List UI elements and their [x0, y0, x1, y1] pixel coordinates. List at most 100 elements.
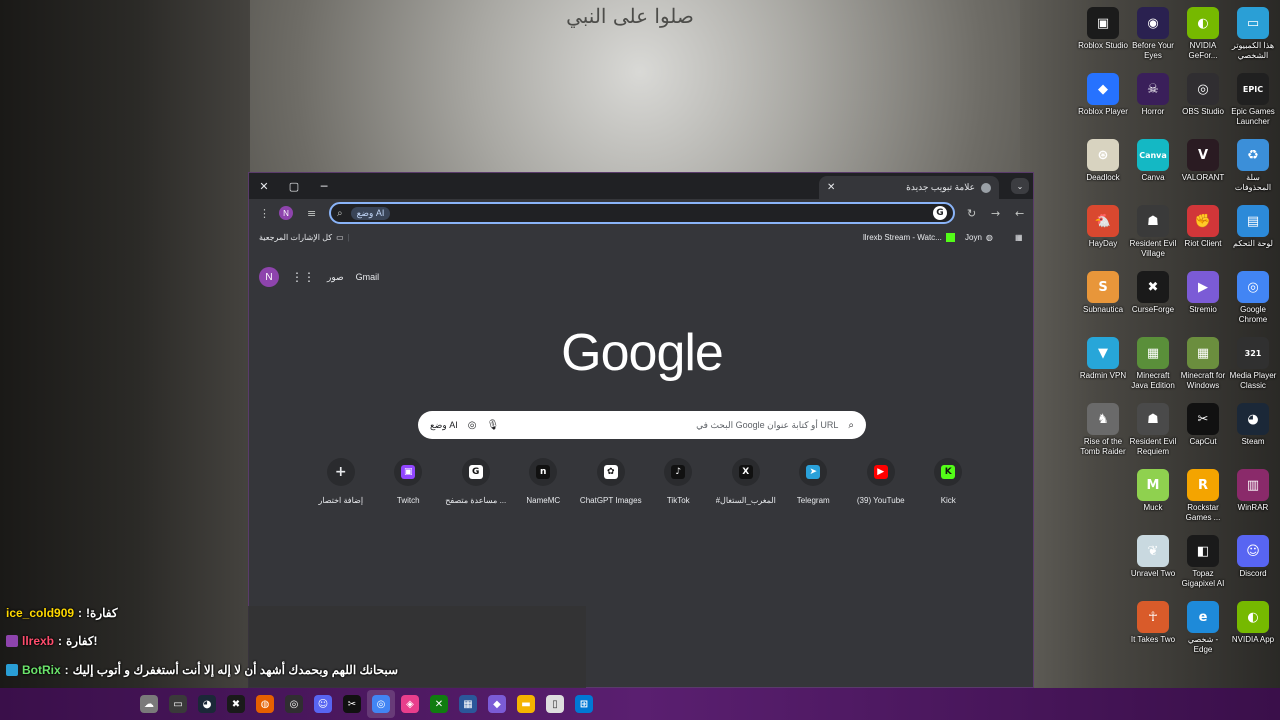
desktop-icon[interactable]: EPIC Epic Games Launcher	[1228, 70, 1278, 136]
recycle-bin-icon: ♻	[1237, 139, 1269, 171]
tab-groups-icon[interactable]: ≡	[307, 207, 316, 220]
menu-icon[interactable]: ⋮	[259, 207, 270, 220]
desktop-icon[interactable]: ✂ CapCut	[1178, 400, 1228, 466]
desktop-icon[interactable]: ☥ It Takes Two	[1128, 598, 1178, 664]
desktop-empty-slot	[1078, 598, 1128, 664]
shortcut-tile[interactable]: + إضافة اختصار	[307, 458, 375, 505]
chrome-taskbar-icon[interactable]: ◎	[372, 695, 390, 713]
desktop-icon[interactable]: ▤ لوحة التحكم	[1228, 202, 1278, 268]
desktop-icon[interactable]: ❦ Unravel Two	[1128, 532, 1178, 598]
desktop-icon[interactable]: ♻ سلة المحذوفات	[1228, 136, 1278, 202]
desktop-icon[interactable]: ▭ هذا الكمبيوتر الشخصي	[1228, 4, 1278, 70]
tab-new-tab[interactable]: علامة تبويب جديدة ✕	[819, 176, 999, 199]
desktop-icon[interactable]: 321 Media Player Classic	[1228, 334, 1278, 400]
search-box[interactable]: وضع AI ◎ 🎙 البحث في Google أو كتابة عنوا…	[418, 411, 866, 439]
shortcuts-row: + إضافة اختصار ▣ Twitch G مساعدة متصفح ... n Na…	[307, 458, 982, 505]
desktop-icon[interactable]: ▦ Minecraft for Windows	[1178, 334, 1228, 400]
desktop-icon[interactable]: ✖ CurseForge	[1128, 268, 1178, 334]
desktop-icon[interactable]: ◐ NVIDIA GeFor...	[1178, 4, 1228, 70]
shortcut-tile[interactable]: K Kick	[915, 458, 983, 505]
close-window-icon[interactable]: ✕	[255, 177, 273, 195]
forward-icon[interactable]: →	[991, 207, 1000, 220]
copilot-icon[interactable]: ◆	[488, 695, 506, 713]
bookmark-llrexb[interactable]: llrexb Stream - Watc...	[863, 233, 955, 242]
maximize-icon[interactable]: ▢	[285, 177, 303, 195]
file-explorer-icon[interactable]: ▬	[517, 695, 535, 713]
minimize-icon[interactable]: ─	[315, 177, 333, 195]
shortcut-tile[interactable]: G مساعدة متصفح ...	[442, 458, 510, 505]
google-lens-icon[interactable]: G	[933, 206, 947, 220]
shortcut-tile[interactable]: X #المغرب_الستغال	[712, 458, 780, 505]
desktop-icon[interactable]: M Muck	[1128, 466, 1178, 532]
gmail-link[interactable]: Gmail	[356, 272, 380, 282]
mic-icon[interactable]: 🎙	[487, 420, 500, 431]
desktop-icon[interactable]: V VALORANT	[1178, 136, 1228, 202]
desktop-icon[interactable]: ☗ Resident Evil Village	[1128, 202, 1178, 268]
shortcut-tile[interactable]: ✿ ChatGPT Images	[577, 458, 645, 505]
images-link[interactable]: صور	[327, 272, 344, 283]
back-icon[interactable]: ←	[1015, 207, 1024, 220]
notepad-icon[interactable]: ▯	[546, 695, 564, 713]
desktop-icon[interactable]: ◐ NVIDIA App	[1228, 598, 1278, 664]
google-apps-icon[interactable]: ⋮⋮	[291, 270, 315, 284]
desktop-icon[interactable]: ♞ Rise of the Tomb Raider	[1078, 400, 1128, 466]
shortcut-tile[interactable]: ▶ (39) YouTube	[847, 458, 915, 505]
shortcut-tile[interactable]: ➤ Telegram	[780, 458, 848, 505]
desktop-icon[interactable]: ◕ Steam	[1228, 400, 1278, 466]
roblox-studio-icon: ▣	[1087, 7, 1119, 39]
desktop-icon[interactable]: ☗ Resident Evil Requiem	[1128, 400, 1178, 466]
ai-mode-chip[interactable]: وضع AI	[350, 206, 391, 220]
shortcut-tile[interactable]: ▣ Twitch	[375, 458, 443, 505]
address-bar[interactable]: ⌕ وضع AI G	[329, 202, 955, 224]
calendar-icon[interactable]: ▦	[459, 695, 477, 713]
desktop-icon[interactable]: ☺ Discord	[1228, 532, 1278, 598]
obs-taskbar-icon[interactable]: ◎	[285, 695, 303, 713]
desktop-icon[interactable]: 🐔 HayDay	[1078, 202, 1128, 268]
desktop-icon[interactable]: ▥ WinRAR	[1228, 466, 1278, 532]
shortcut-tile[interactable]: n NameMC	[510, 458, 578, 505]
bookmark-joyn[interactable]: Joyn ◍	[965, 233, 993, 242]
widgets-icon[interactable]: ☁	[140, 695, 158, 713]
desktop-icon[interactable]: ▦ Minecraft Java Edition	[1128, 334, 1178, 400]
desktop-icon[interactable]: ▣ Roblox Studio	[1078, 4, 1128, 70]
desktop-icon[interactable]: ⊛ Deadlock	[1078, 136, 1128, 202]
tab-search-icon[interactable]: ⌄	[1011, 178, 1029, 194]
chat-text: !كفارة	[86, 606, 118, 620]
start-icon[interactable]: ⊞	[575, 695, 593, 713]
desktop-icon[interactable]: ◆ Roblox Player	[1078, 70, 1128, 136]
desktop-icon[interactable]: ▼ Radmin VPN	[1078, 334, 1128, 400]
account-avatar[interactable]: N	[259, 267, 279, 287]
desktop-icon[interactable]: ✊ Riot Client	[1178, 202, 1228, 268]
discord-taskbar-icon[interactable]: ☺	[314, 695, 332, 713]
all-bookmarks[interactable]: كل الإشارات المرجعية ▭ |	[259, 233, 350, 242]
desktop-icon[interactable]: S Subnautica	[1078, 268, 1128, 334]
curseforge-taskbar-icon[interactable]: ✖	[227, 695, 245, 713]
desktop-icon-label: Minecraft for Windows	[1180, 371, 1226, 390]
capcut-taskbar-icon[interactable]: ✂	[343, 695, 361, 713]
desktop-icon[interactable]: ▶ Stremio	[1178, 268, 1228, 334]
steam-taskbar-icon[interactable]: ◕	[198, 695, 216, 713]
lens-icon[interactable]: ◎	[468, 420, 477, 431]
desktop-icon[interactable]: Canva Canva	[1128, 136, 1178, 202]
toolbar: ⋮ N ≡ ⌕ وضع AI G ↻ → ←	[249, 199, 1033, 229]
gamebar-icon[interactable]: ▭	[169, 695, 187, 713]
reload-icon[interactable]: ↻	[967, 207, 976, 220]
desktop-icon[interactable]: ◧ Topaz Gigapixel AI	[1178, 532, 1228, 598]
ai-mode-button[interactable]: وضع AI	[430, 420, 458, 431]
desktop-icon[interactable]: ☠ Horror	[1128, 70, 1178, 136]
desktop-icon[interactable]: ◎ Google Chrome	[1228, 268, 1278, 334]
chat-badge-icon	[6, 664, 18, 676]
re-requiem-icon: ☗	[1137, 403, 1169, 435]
desktop-icon[interactable]: R Rockstar Games ...	[1178, 466, 1228, 532]
profile-avatar[interactable]: N	[279, 206, 293, 220]
desktop-icon[interactable]: e شخصي - Edge	[1178, 598, 1228, 664]
apps-grid-icon[interactable]: ▦	[1015, 233, 1023, 242]
close-tab-icon[interactable]: ✕	[827, 182, 835, 193]
desktop-icon[interactable]: ◎ OBS Studio	[1178, 70, 1228, 136]
shortcut-tile[interactable]: ♪ TikTok	[645, 458, 713, 505]
desktop-icon[interactable]: ◉ Before Your Eyes	[1128, 4, 1178, 70]
xbox-icon[interactable]: ✕	[430, 695, 448, 713]
search-input[interactable]: البحث في Google أو كتابة عنوان URL	[509, 420, 838, 431]
photos-icon[interactable]: ◈	[401, 695, 419, 713]
firefox-icon[interactable]: ◍	[256, 695, 274, 713]
